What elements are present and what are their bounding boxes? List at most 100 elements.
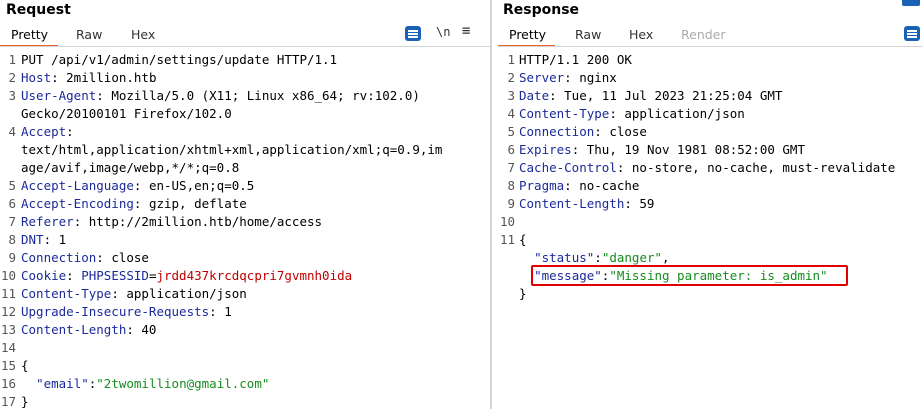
response-title: Response <box>503 2 580 18</box>
line-text: text/html,application/xhtml+xml,applicat… <box>21 141 442 159</box>
token: Pragma <box>519 178 565 193</box>
token: : nginx <box>564 70 617 85</box>
token: : <box>66 124 74 139</box>
line-text: age/avif,image/webp,*/*;q=0.8 <box>21 159 239 177</box>
line-text: Referer: http://2million.htb/home/access <box>21 213 322 231</box>
token: : Mozilla/5.0 (X11; Linux x86_64; rv:102… <box>96 88 420 103</box>
text-options-icon[interactable] <box>904 26 920 41</box>
token: Connection <box>519 124 595 139</box>
request-tab-rule <box>0 46 490 47</box>
line-text: { <box>519 231 527 249</box>
request-tab-raw[interactable]: Raw <box>76 26 102 43</box>
token: Content-Length <box>21 322 127 337</box>
token: : gzip, deflate <box>133 196 247 211</box>
line-number: 17 <box>0 394 16 409</box>
response-tab-hex[interactable]: Hex <box>629 26 653 43</box>
pane-divider[interactable] <box>490 0 492 409</box>
token: text/html,application/xhtml+xml,applicat… <box>21 142 443 157</box>
token: Cookie <box>21 268 67 283</box>
text-options-icon[interactable] <box>405 26 421 41</box>
token: : Thu, 19 Nov 1981 08:52:00 GMT <box>571 142 805 157</box>
token: Accept <box>21 124 67 139</box>
line-number: 14 <box>0 340 16 355</box>
token: : no-store, no-cache, must-revalidate <box>616 160 896 175</box>
token: jrdd437krcdqcpri7gvmnh0ida <box>156 268 353 283</box>
line-number: 4 <box>8 124 16 139</box>
token: : <box>66 268 82 283</box>
menu-icon[interactable]: ≡ <box>462 23 470 39</box>
line-number: 7 <box>8 214 16 229</box>
token: : 1 <box>209 304 232 319</box>
line-number: 10 <box>0 268 16 283</box>
token: Content-Type <box>21 286 112 301</box>
token: Server <box>519 70 565 85</box>
line-number: 3 <box>8 88 16 103</box>
token: User-Agent <box>21 88 97 103</box>
token: Host <box>21 70 52 85</box>
line-text: HTTP/1.1 200 OK <box>519 51 632 69</box>
token: } <box>519 286 527 301</box>
line-text: User-Agent: Mozilla/5.0 (X11; Linux x86_… <box>21 87 420 105</box>
token: : no-cache <box>564 178 640 193</box>
line-number: 16 <box>0 376 16 391</box>
token: Upgrade-Insecure-Requests <box>21 304 210 319</box>
response-pane: Response Pretty Raw Hex Render 1 HTTP/1.1… <box>498 0 922 409</box>
line-number: 5 <box>507 124 515 139</box>
response-tab-raw[interactable]: Raw <box>575 26 601 43</box>
line-text: Cookie: PHPSESSID=jrdd437krcdqcpri7gvmnh… <box>21 267 352 285</box>
token: HTTP/1.1 200 OK <box>519 52 632 67</box>
line-text: "email":"2twomillion@gmail.com" <box>21 375 269 393</box>
token: Cache-Control <box>519 160 617 175</box>
token: : 59 <box>624 196 655 211</box>
line-text: Content-Type: application/json <box>21 285 247 303</box>
token: : <box>594 250 602 265</box>
token: : en-US,en;q=0.5 <box>133 178 255 193</box>
token: PHPSESSID <box>81 268 149 283</box>
request-tab-hex[interactable]: Hex <box>131 26 155 43</box>
token: PUT /api/v1/admin/settings/update HTTP/1… <box>21 52 338 67</box>
line-text: Connection: close <box>21 249 149 267</box>
line-text: Accept: <box>21 123 74 141</box>
request-pane: Request Pretty Raw Hex \n ≡ 1 PUT /api/v1… <box>0 0 490 409</box>
token: , <box>662 250 670 265</box>
token: "danger" <box>601 250 663 265</box>
line-text: Gecko/20100101 Firefox/102.0 <box>21 105 232 123</box>
token: Gecko/20100101 Firefox/102.0 <box>21 106 232 121</box>
line-number: 2 <box>8 70 16 85</box>
token: Accept-Language <box>21 178 134 193</box>
line-text: Pragma: no-cache <box>519 177 639 195</box>
line-number: 1 <box>507 52 515 67</box>
token: "2twomillion@gmail.com" <box>96 376 270 391</box>
line-text: Upgrade-Insecure-Requests: 1 <box>21 303 232 321</box>
line-text: Expires: Thu, 19 Nov 1981 08:52:00 GMT <box>519 141 805 159</box>
token: "status" <box>534 250 595 265</box>
token: : application/json <box>609 106 745 121</box>
token: : 1 <box>43 232 67 247</box>
line-number: 11 <box>0 286 16 301</box>
response-tab-pretty[interactable]: Pretty <box>509 26 546 43</box>
newline-toggle-icon[interactable]: \n <box>436 25 450 39</box>
window-control-icon[interactable] <box>902 0 920 6</box>
highlight-box <box>531 265 848 286</box>
token: : close <box>96 250 149 265</box>
request-tab-pretty[interactable]: Pretty <box>11 26 48 43</box>
token: age/avif,image/webp,*/*;q=0.8 <box>21 160 240 175</box>
line-text: Accept-Encoding: gzip, deflate <box>21 195 247 213</box>
token: { <box>21 358 29 373</box>
line-text: PUT /api/v1/admin/settings/update HTTP/1… <box>21 51 337 69</box>
response-tab-render[interactable]: Render <box>681 26 726 43</box>
token: Expires <box>519 142 572 157</box>
response-tab-rule <box>498 46 922 47</box>
line-text: Date: Tue, 11 Jul 2023 21:25:04 GMT <box>519 87 782 105</box>
token: { <box>519 232 527 247</box>
response-tabs: Pretty Raw Hex Render <box>498 23 922 47</box>
line-text: Connection: close <box>519 123 647 141</box>
line-number: 12 <box>0 304 16 319</box>
line-number: 1 <box>8 52 16 67</box>
line-text: { <box>21 357 29 375</box>
line-number: 4 <box>507 106 515 121</box>
line-text: } <box>21 393 29 409</box>
line-number: 10 <box>499 214 515 229</box>
token: "email" <box>36 376 89 391</box>
